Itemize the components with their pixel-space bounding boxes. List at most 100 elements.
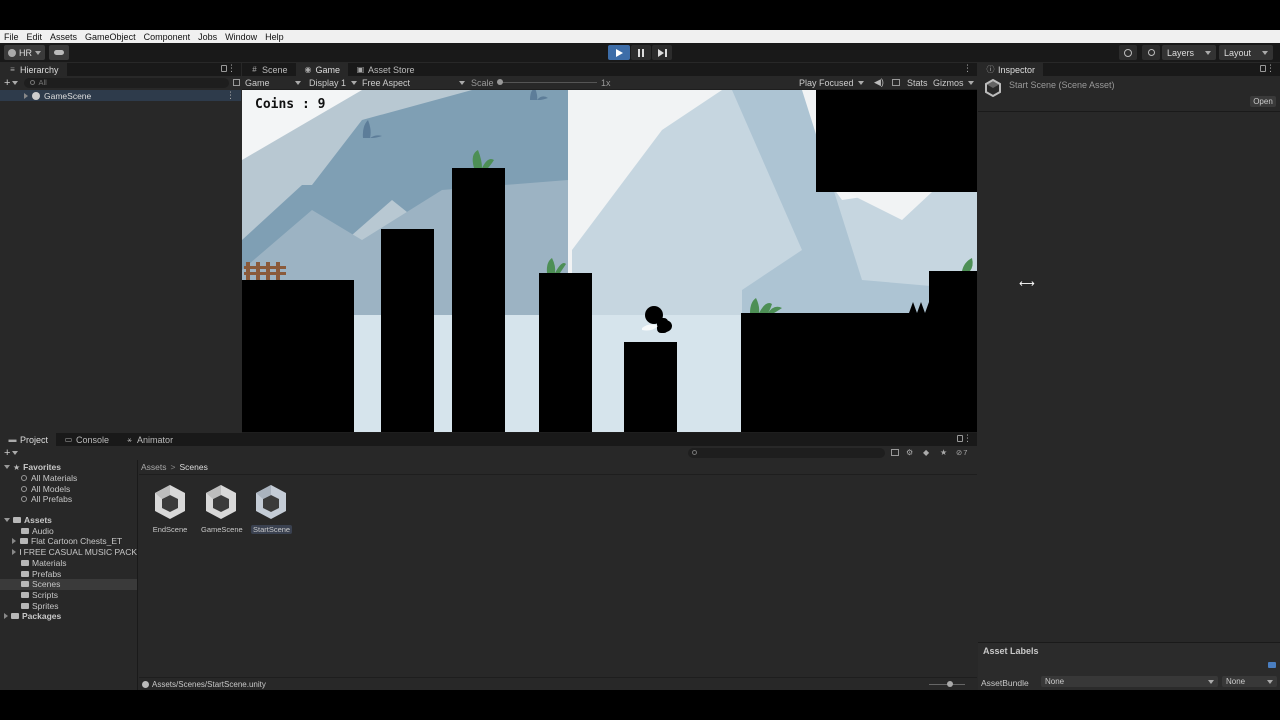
stats-grid-icon[interactable] bbox=[892, 79, 900, 86]
asset-startscene[interactable]: StartScene bbox=[251, 483, 293, 534]
tab-animator[interactable]: ⚹ Animator bbox=[117, 433, 181, 446]
hierarchy-panel: ≡ Hierarchy ⋮ + All GameScene ⋮ bbox=[0, 63, 241, 461]
folder-flat-cartoon-chests[interactable]: Flat Cartoon Chests_ET bbox=[0, 536, 137, 547]
filter-icon[interactable] bbox=[233, 79, 241, 86]
play-icon bbox=[616, 48, 623, 57]
folder-scenes[interactable]: Scenes bbox=[0, 578, 137, 590]
kebab-menu-icon[interactable]: ⋮ bbox=[226, 90, 235, 101]
folder-sprites[interactable]: Sprites bbox=[0, 600, 137, 611]
packages-row[interactable]: Packages bbox=[0, 611, 137, 622]
expand-arrow-icon bbox=[12, 538, 16, 545]
tab-scene[interactable]: # Scene bbox=[242, 63, 296, 76]
folder-free-casual-music-pack[interactable]: FREE CASUAL MUSIC PACK bbox=[0, 547, 137, 558]
asset-bundle-dropdown[interactable]: None bbox=[1041, 676, 1218, 687]
kebab-menu-icon[interactable]: ⋮ bbox=[1266, 63, 1275, 74]
hierarchy-row-gamescene[interactable]: GameScene ⋮ bbox=[0, 90, 241, 101]
kebab-menu-icon[interactable]: ⋮ bbox=[227, 63, 236, 74]
search-icon bbox=[21, 475, 27, 482]
display-dropdown[interactable]: Display 1 bbox=[309, 78, 357, 88]
add-icon[interactable]: + bbox=[4, 447, 10, 459]
menu-edit[interactable]: Edit bbox=[27, 32, 43, 42]
favorites-label: Favorites bbox=[23, 462, 61, 473]
menu-help[interactable]: Help bbox=[265, 32, 284, 42]
menu-jobs[interactable]: Jobs bbox=[198, 32, 217, 42]
folder-materials[interactable]: Materials bbox=[0, 558, 137, 569]
asset-gamescene[interactable]: GameScene bbox=[201, 483, 243, 534]
layout-dropdown[interactable]: Layout bbox=[1219, 45, 1273, 60]
cloud-button[interactable] bbox=[49, 45, 69, 60]
menu-file[interactable]: File bbox=[4, 32, 19, 42]
tab-inspector[interactable]: ⓘ Inspector bbox=[978, 63, 1044, 76]
icon-size-slider[interactable] bbox=[929, 681, 965, 687]
game-viewport[interactable]: Coins : 9 bbox=[242, 90, 977, 432]
favorite-icon[interactable]: ◆ bbox=[923, 448, 929, 457]
project-search-input[interactable] bbox=[688, 447, 885, 458]
kebab-menu-icon[interactable]: ⋮ bbox=[963, 63, 972, 74]
icon-size-slider-thumb[interactable] bbox=[947, 681, 953, 687]
audio-icon[interactable]: ◀) bbox=[874, 77, 884, 88]
folder-audio[interactable]: Audio bbox=[0, 525, 137, 536]
project-footer: Assets/Scenes/StartScene.unity bbox=[139, 677, 977, 690]
tab-project[interactable]: ▬ Project bbox=[0, 433, 57, 446]
add-icon[interactable]: + bbox=[4, 77, 10, 89]
chevron-down-icon[interactable] bbox=[12, 80, 19, 85]
tab-label: Inspector bbox=[998, 64, 1036, 75]
chevron-down-icon[interactable] bbox=[12, 450, 19, 455]
scale-label: Scale bbox=[471, 77, 494, 88]
tab-game[interactable]: ◉ Game bbox=[295, 63, 349, 76]
chevron-down-icon bbox=[857, 80, 864, 85]
game-mode-dropdown[interactable]: Game bbox=[245, 78, 301, 88]
menu-gameobject[interactable]: GameObject bbox=[85, 32, 136, 42]
play-focused-dropdown[interactable]: Play Focused bbox=[799, 78, 864, 88]
scale-slider-thumb[interactable] bbox=[497, 79, 503, 85]
folder-icon bbox=[21, 527, 29, 534]
inspector-title: Start Scene (Scene Asset) bbox=[1009, 80, 1115, 90]
layers-dropdown[interactable]: Layers bbox=[1162, 45, 1216, 60]
label-tag-icon[interactable] bbox=[1268, 662, 1276, 668]
tab-asset-store[interactable]: ▣ Asset Store bbox=[348, 63, 423, 76]
asset-labels-title: Asset Labels bbox=[983, 646, 1039, 656]
assets-row[interactable]: Assets bbox=[0, 515, 137, 526]
search-by-type-icon[interactable] bbox=[891, 449, 899, 456]
expand-arrow-icon[interactable] bbox=[24, 92, 28, 99]
hidden-packages-icon[interactable]: ⊘ 7 bbox=[956, 448, 967, 457]
menu-assets[interactable]: Assets bbox=[50, 32, 77, 42]
aspect-dropdown[interactable]: Free Aspect bbox=[362, 78, 465, 88]
favorites-row[interactable]: ★ Favorites bbox=[0, 462, 137, 473]
dropdown-label: Free Aspect bbox=[362, 77, 411, 88]
menu-window[interactable]: Window bbox=[225, 32, 257, 42]
account-dropdown[interactable]: HR bbox=[4, 45, 45, 60]
open-button[interactable]: Open bbox=[1250, 96, 1276, 107]
favorite-item[interactable]: All Prefabs bbox=[0, 494, 137, 505]
favorite-label: All Materials bbox=[31, 473, 78, 484]
breadcrumb-assets[interactable]: Assets bbox=[141, 462, 167, 472]
asset-variant-dropdown[interactable]: None bbox=[1222, 676, 1277, 687]
play-button[interactable] bbox=[608, 45, 630, 60]
history-button[interactable] bbox=[1119, 45, 1137, 60]
gizmos-dropdown[interactable]: Gizmos bbox=[933, 78, 974, 88]
selected-asset-path: Assets/Scenes/StartScene.unity bbox=[152, 679, 266, 689]
step-button[interactable] bbox=[652, 45, 672, 60]
scale-slider[interactable] bbox=[497, 79, 597, 85]
search-button[interactable] bbox=[1142, 45, 1160, 60]
kebab-menu-icon[interactable]: ⋮ bbox=[963, 433, 972, 444]
scene-name: GameScene bbox=[44, 90, 92, 101]
folder-prefabs[interactable]: Prefabs bbox=[0, 568, 137, 579]
tab-console[interactable]: ▭ Console bbox=[56, 433, 117, 446]
asset-endscene[interactable]: EndScene bbox=[150, 483, 190, 534]
stats-button[interactable]: Stats bbox=[907, 78, 928, 88]
pause-button[interactable] bbox=[631, 45, 651, 60]
tab-label: Console bbox=[76, 434, 110, 445]
folder-scripts[interactable]: Scripts bbox=[0, 590, 137, 601]
tab-label: Animator bbox=[137, 434, 174, 445]
favorite-item[interactable]: All Models bbox=[0, 483, 137, 494]
star-icon[interactable]: ★ bbox=[940, 448, 947, 457]
hierarchy-search-input[interactable]: All bbox=[24, 77, 230, 88]
search-by-label-icon[interactable]: ⚙ bbox=[906, 448, 913, 457]
breadcrumb-scenes[interactable]: Scenes bbox=[179, 462, 207, 472]
favorite-item[interactable]: All Materials bbox=[0, 473, 137, 484]
menu-component[interactable]: Component bbox=[144, 32, 191, 42]
asset-label: GameScene bbox=[201, 525, 243, 534]
tab-hierarchy[interactable]: ≡ Hierarchy bbox=[0, 63, 67, 76]
folder-label: Materials bbox=[32, 557, 67, 568]
